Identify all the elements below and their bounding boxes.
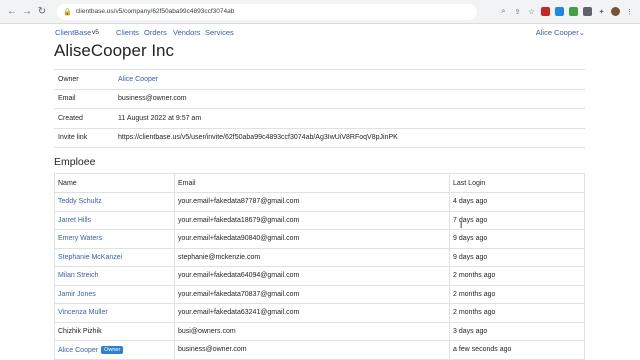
puzzle-icon[interactable]: ✦: [597, 7, 606, 16]
owner-badge: Owner: [101, 345, 124, 354]
employee-name-link[interactable]: Jarret Hills: [54, 210, 175, 230]
employee-name-cell: Alice Cooper Owner: [54, 340, 175, 360]
info-row-email: Email business@owner.com: [54, 88, 585, 109]
menu-icon[interactable]: ⋮: [625, 7, 634, 16]
section-heading: Emploee: [54, 156, 96, 168]
company-info: Owner Alice Cooper Email business@owner.…: [54, 69, 585, 148]
column-header: Name: [54, 173, 175, 193]
table-row: Milan Streich your.email+fakedata64094@g…: [54, 266, 585, 286]
star-icon[interactable]: ☆: [527, 7, 536, 16]
reload-icon[interactable]: ↻: [36, 6, 48, 18]
employee-last-login: 4 days ago: [449, 192, 585, 212]
employee-last-login: a few seconds ago: [449, 340, 585, 360]
employee-last-login: 9 days ago: [449, 247, 585, 267]
page-title: AliseCooper Inc: [54, 41, 175, 60]
extension-icon[interactable]: [541, 7, 550, 16]
extension-icon[interactable]: [583, 7, 592, 16]
employee-last-login: 9 days ago: [449, 229, 585, 249]
text-cursor-icon: I: [460, 221, 463, 230]
employee-name-link[interactable]: Vincenza Muller: [54, 303, 175, 323]
employee-last-login: 3 days ago: [449, 321, 585, 341]
info-label: Email: [58, 95, 76, 103]
column-header: Last Login: [449, 173, 585, 193]
employee-email: your.email+fakedata63241@gmail.com: [174, 303, 450, 323]
employee-last-login: 2 months ago: [449, 303, 585, 323]
avatar[interactable]: [611, 7, 620, 16]
nav-vendors[interactable]: Vendors: [173, 28, 201, 37]
employee-email: stephanie@mckenzie.com: [174, 247, 450, 267]
extension-icon[interactable]: [569, 7, 578, 16]
info-label: Invite link: [58, 134, 88, 142]
info-label: Created: [58, 114, 83, 122]
info-value: business@owner.com: [118, 95, 187, 103]
table-row: Alice Cooper Owner business@owner.com a f…: [54, 340, 585, 360]
table-row: Stephanie McKanzei stephanie@mckenzie.co…: [54, 247, 585, 267]
employee-email: your.email+fakedata87787@gmail.com: [174, 192, 450, 212]
employee-last-login: 7 days ago: [449, 210, 585, 230]
employee-email: business@owner.com: [174, 340, 450, 360]
user-menu[interactable]: Alice Cooper⌄: [536, 28, 585, 37]
employee-name-link[interactable]: Emery Waters: [54, 229, 175, 249]
employee-last-login: 2 months ago: [449, 284, 585, 304]
version-label: v5: [92, 29, 99, 36]
table-row: Emery Waters your.email+fakedata90840@gm…: [54, 229, 585, 249]
info-value: 11 August 2022 at 9:57 am: [118, 114, 202, 122]
lock-icon: 🔒: [63, 8, 72, 16]
employee-email: your.email+fakedata70837@gmail.com: [174, 284, 450, 304]
column-header: Email: [174, 173, 450, 193]
employee-name: Chizhik Pizhik: [54, 321, 175, 341]
address-bar[interactable]: 🔒 clientbase.us/v5/company/62f50aba99c48…: [57, 3, 477, 20]
employee-name-link[interactable]: Alice Cooper: [58, 347, 98, 354]
employee-last-login: 2 months ago: [449, 266, 585, 286]
employee-table: Name Email Last Login Teddy Schultz your…: [54, 173, 585, 360]
table-row: Teddy Schultz your.email+fakedata87787@g…: [54, 192, 585, 212]
extension-icon[interactable]: [555, 7, 564, 16]
table-row: Jamir Jones your.email+fakedata70837@gma…: [54, 284, 585, 304]
table-row: Jarret Hills your.email+fakedata18679@gm…: [54, 210, 585, 230]
employee-name-link[interactable]: Teddy Schultz: [54, 192, 175, 212]
employee-email: your.email+fakedata64094@gmail.com: [174, 266, 450, 286]
employee-name-link[interactable]: Jamir Jones: [54, 284, 175, 304]
info-row-invite: Invite link https://clientbase.us/v5/use…: [54, 127, 585, 148]
owner-link[interactable]: Alice Cooper: [118, 76, 585, 83]
employee-name-link[interactable]: Stephanie McKanzei: [54, 247, 175, 267]
info-row-created: Created 11 August 2022 at 9:57 am: [54, 108, 585, 128]
table-row: Vincenza Muller your.email+fakedata63241…: [54, 303, 585, 323]
nav-clients[interactable]: Clients: [116, 28, 139, 37]
browser-toolbar: ← → ↻ 🔒 clientbase.us/v5/company/62f50ab…: [0, 0, 640, 24]
nav-orders[interactable]: Orders: [144, 28, 167, 37]
invite-link[interactable]: https://clientbase.us/v5/user/invite/62f…: [118, 134, 585, 141]
employee-email: your.email+fakedata18679@gmail.com: [174, 210, 450, 230]
app-navbar: ClientBase v5 Clients Orders Vendors Ser…: [0, 24, 640, 38]
search-icon[interactable]: ⌕: [499, 7, 508, 16]
info-label: Owner: [58, 75, 79, 83]
employee-email: your.email+fakedata90840@gmail.com: [174, 229, 450, 249]
back-icon[interactable]: ←: [6, 6, 18, 18]
info-row-owner: Owner Alice Cooper: [54, 69, 585, 89]
table-header-row: Name Email Last Login: [54, 173, 585, 193]
chevron-down-icon: ⌄: [578, 28, 585, 37]
user-name: Alice Cooper: [535, 28, 579, 37]
share-icon[interactable]: ⇪: [513, 7, 522, 16]
employee-name-link[interactable]: Milan Streich: [54, 266, 175, 286]
table-row: Chizhik Pizhik busi@owners.com 3 days ag…: [54, 321, 585, 341]
url-text: clientbase.us/v5/company/62f50aba99c4893…: [75, 8, 235, 15]
employee-email: busi@owners.com: [174, 321, 450, 341]
brand-link[interactable]: ClientBase: [55, 28, 91, 37]
nav-services[interactable]: Services: [205, 28, 234, 37]
forward-icon[interactable]: →: [21, 6, 33, 18]
